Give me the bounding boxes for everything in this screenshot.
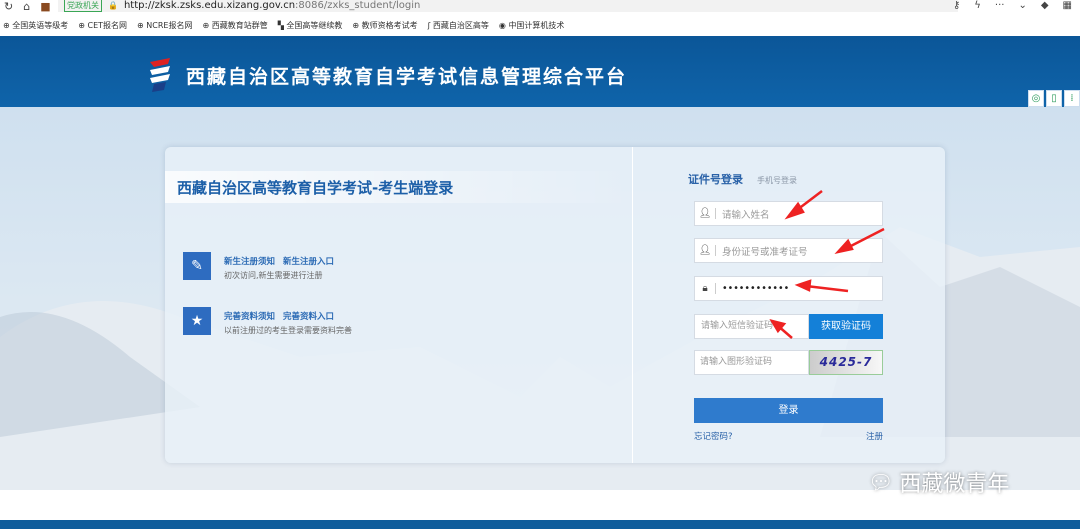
wechat-icon: 💬︎ <box>868 470 894 494</box>
watermark: 💬︎ 西藏微青年 <box>868 470 1010 497</box>
red-arrow-annotations <box>769 190 885 339</box>
